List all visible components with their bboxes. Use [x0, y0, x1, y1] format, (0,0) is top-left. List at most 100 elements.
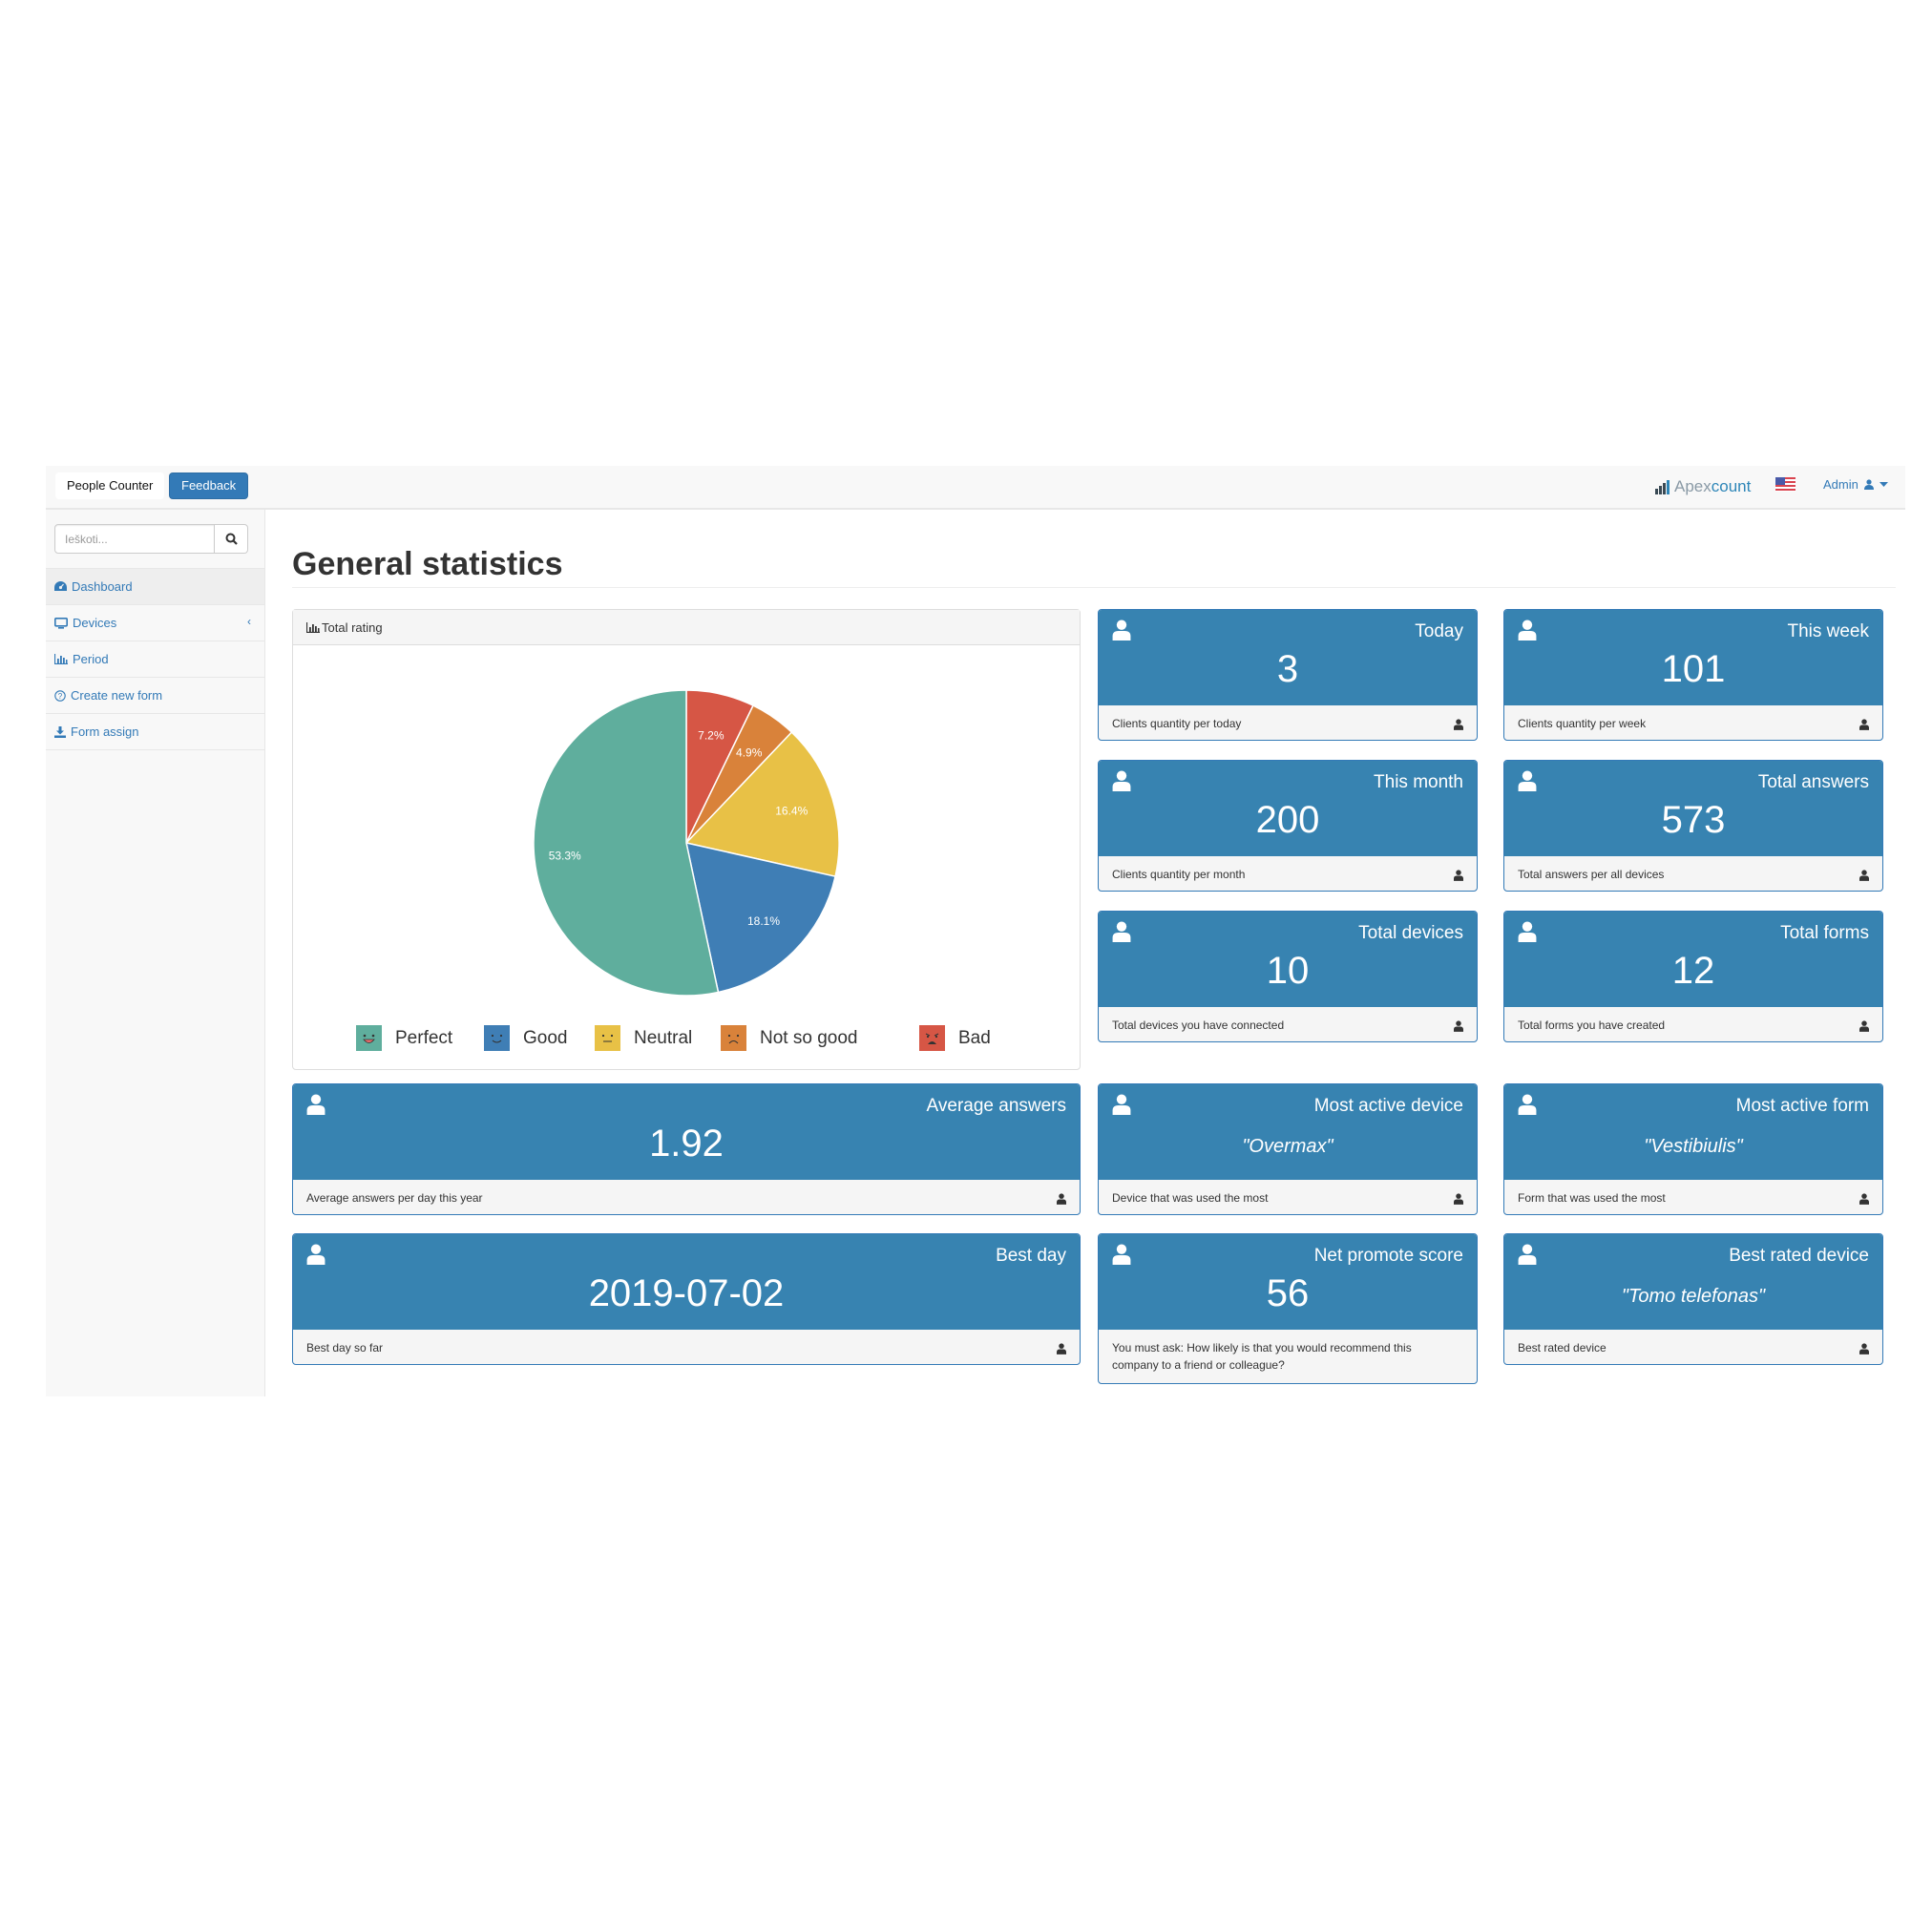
- perfect-face-icon: [356, 1025, 382, 1051]
- bar-chart-icon: [54, 654, 68, 664]
- sidebar-item-label: Dashboard: [72, 579, 133, 594]
- card-footer-text: You must ask: How likely is that you wou…: [1112, 1341, 1412, 1372]
- legend-item-not-so-good[interactable]: Not so good: [721, 1025, 857, 1051]
- legend-item-neutral[interactable]: Neutral: [595, 1025, 692, 1051]
- user-icon: [1112, 620, 1131, 645]
- sidebar-item-period[interactable]: Period: [46, 641, 264, 678]
- user-icon: [1859, 1342, 1869, 1359]
- stat-card-this-week[interactable]: This week 101 Clients quantity per week: [1503, 609, 1883, 741]
- card-value: "Overmax": [1242, 1136, 1334, 1157]
- card-header: Average answers 1.92: [293, 1084, 1080, 1180]
- card-footer-text: Best rated device: [1518, 1341, 1606, 1354]
- us-flag-icon[interactable]: [1775, 477, 1796, 492]
- admin-user-menu[interactable]: Admin: [1823, 477, 1888, 492]
- stat-card-this-month[interactable]: This month 200 Clients quantity per mont…: [1098, 760, 1478, 892]
- search-button[interactable]: [215, 524, 248, 554]
- top-navbar: People Counter Feedback Apex count Admin: [46, 466, 1905, 510]
- admin-label: Admin: [1823, 477, 1858, 492]
- stat-card-most-active-device[interactable]: Most active device "Overmax" Device that…: [1098, 1083, 1478, 1215]
- stat-card-total-devices[interactable]: Total devices 10 Total devices you have …: [1098, 911, 1478, 1042]
- legend-item-good[interactable]: Good: [484, 1025, 567, 1051]
- user-icon: [1518, 620, 1537, 645]
- card-value: 2019-07-02: [588, 1272, 785, 1314]
- search-icon: [225, 533, 238, 545]
- user-icon: [306, 1094, 326, 1120]
- feedback-button[interactable]: Feedback: [169, 472, 249, 499]
- sidebar-item-dashboard[interactable]: Dashboard: [46, 569, 264, 605]
- legend-item-bad[interactable]: Bad: [919, 1025, 991, 1051]
- card-header: Total answers 573: [1504, 761, 1882, 856]
- neutral-face-icon: [595, 1025, 620, 1051]
- card-footer-text: Total devices you have connected: [1112, 1018, 1285, 1032]
- card-value: 56: [1266, 1272, 1310, 1314]
- brand-tab[interactable]: People Counter: [55, 472, 165, 499]
- card-header: Most active device "Overmax": [1099, 1084, 1477, 1180]
- sidebar-item-label: Form assign: [71, 724, 139, 739]
- card-footer: Form that was used the most: [1504, 1180, 1882, 1214]
- user-icon: [1859, 718, 1869, 735]
- card-footer: Best day so far: [293, 1330, 1080, 1364]
- user-icon: [1859, 869, 1869, 886]
- logo-text-count: count: [1711, 477, 1752, 495]
- user-icon: [306, 1244, 326, 1270]
- pie-label-perfect: 53.3%: [549, 849, 581, 862]
- card-header: Total forms 12: [1504, 912, 1882, 1007]
- sidebar-item-form-assign[interactable]: Form assign: [46, 714, 264, 750]
- apexcount-logo[interactable]: Apex count: [1655, 476, 1751, 497]
- card-header: This week 101: [1504, 610, 1882, 705]
- legend-item-perfect[interactable]: Perfect: [356, 1025, 452, 1051]
- user-icon: [1518, 1094, 1537, 1120]
- card-value: 200: [1255, 799, 1320, 841]
- card-footer-text: Clients quantity per today: [1112, 717, 1242, 730]
- card-header: Total devices 10: [1099, 912, 1477, 1007]
- chevron-left-icon[interactable]: ‹: [247, 615, 251, 628]
- user-icon: [1454, 718, 1463, 735]
- stat-card-today[interactable]: Today 3 Clients quantity per today: [1098, 609, 1478, 741]
- user-icon: [1112, 1094, 1131, 1120]
- user-icon: [1057, 1192, 1066, 1209]
- stat-card-total-answers[interactable]: Total answers 573 Total answers per all …: [1503, 760, 1883, 892]
- sidebar-item-devices[interactable]: Devices ‹: [46, 605, 264, 641]
- download-icon: [54, 725, 66, 738]
- pie-label-neutral: 16.4%: [775, 805, 808, 818]
- card-label: Best rated device: [1729, 1246, 1869, 1266]
- title-divider: [292, 587, 1896, 588]
- card-value: 1.92: [649, 1123, 724, 1165]
- rating-pie-chart: 7.2% 4.9% 16.4% 18.1% 53.3%: [533, 689, 840, 997]
- card-value: 10: [1266, 950, 1310, 992]
- card-label: This week: [1787, 621, 1869, 641]
- card-footer: You must ask: How likely is that you wou…: [1099, 1330, 1477, 1383]
- user-icon: [1863, 479, 1874, 490]
- stat-card-net-promote-score[interactable]: Net promote score 56 You must ask: How l…: [1098, 1233, 1478, 1384]
- stat-card-best-rated-device[interactable]: Best rated device "Tomo telefonas" Best …: [1503, 1233, 1883, 1365]
- card-label: Most active device: [1313, 1096, 1463, 1116]
- legend-label: Good: [523, 1027, 568, 1048]
- user-icon: [1859, 1192, 1869, 1209]
- card-footer-text: Clients quantity per month: [1112, 868, 1246, 881]
- card-footer-text: Best day so far: [306, 1341, 384, 1354]
- card-footer: Total answers per all devices: [1504, 856, 1882, 891]
- search-input[interactable]: [54, 524, 215, 554]
- legend-label: Neutral: [634, 1027, 693, 1048]
- card-value: 3: [1276, 648, 1299, 690]
- page-title: General statistics: [292, 546, 563, 582]
- stat-card-total-forms[interactable]: Total forms 12 Total forms you have crea…: [1503, 911, 1883, 1042]
- card-label: Total devices: [1358, 923, 1463, 943]
- stat-card-best-day[interactable]: Best day 2019-07-02 Best day so far: [292, 1233, 1081, 1365]
- card-footer: Clients quantity per week: [1504, 705, 1882, 740]
- user-icon: [1518, 1244, 1537, 1270]
- legend-label: Bad: [958, 1027, 991, 1048]
- caret-down-icon: [1879, 481, 1888, 487]
- user-icon: [1112, 1244, 1131, 1270]
- panel-heading: Total rating: [293, 610, 1080, 645]
- sidebar-item-create-new-form[interactable]: ? Create new form: [46, 678, 264, 714]
- pie-label-good: 18.1%: [747, 914, 780, 928]
- stat-card-average-answers[interactable]: Average answers 1.92 Average answers per…: [292, 1083, 1081, 1215]
- card-footer-text: Total answers per all devices: [1518, 868, 1665, 881]
- stat-card-most-active-form[interactable]: Most active form "Vestibiulis" Form that…: [1503, 1083, 1883, 1215]
- chart-legend: Perfect Good Neutral Not so good Bad: [293, 1025, 1082, 1058]
- card-footer-text: Total forms you have created: [1518, 1018, 1666, 1032]
- panel-title: Total rating: [322, 620, 383, 635]
- card-footer-text: Device that was used the most: [1112, 1191, 1269, 1205]
- card-footer-text: Form that was used the most: [1518, 1191, 1666, 1205]
